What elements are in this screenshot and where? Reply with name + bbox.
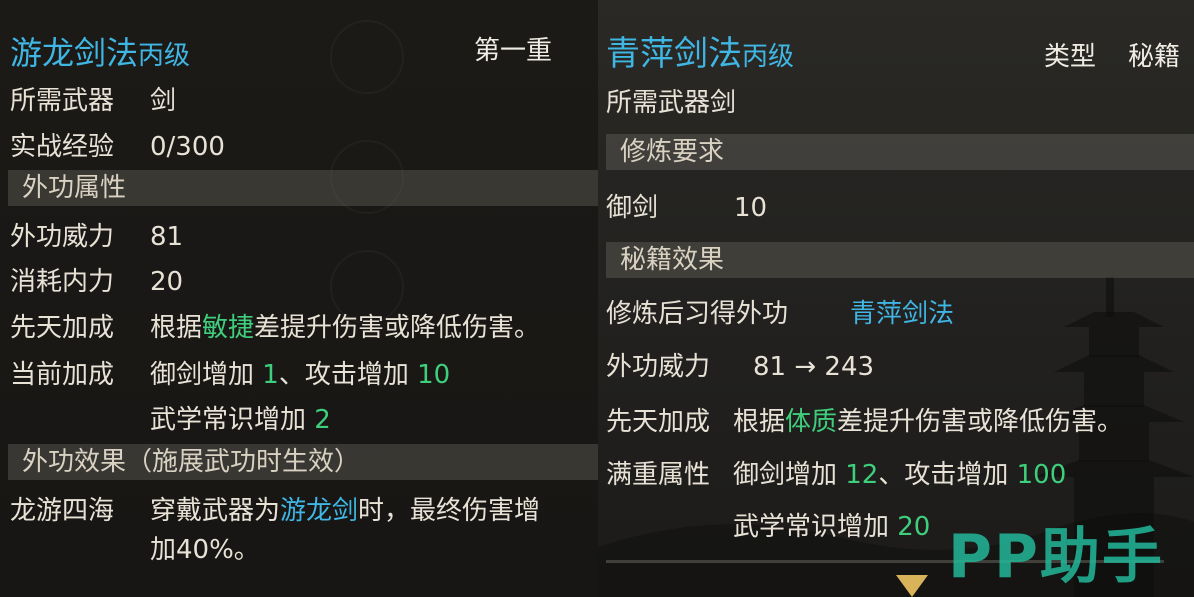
current-bonus-value: 武学常识增加 2 [150, 403, 331, 437]
right-book-panel: 青萍剑法丙级 类型 秘籍 所需武器剑 修炼要求 御剑 10 秘籍效果 修炼后习得… [598, 0, 1194, 597]
book-name: 青萍剑法 [606, 34, 742, 74]
bonus-number: 12 [845, 460, 879, 490]
learn-value: 青萍剑法 [850, 299, 955, 329]
section-title: 修炼要求 [620, 137, 725, 167]
section-header-effect: 秘籍效果 [606, 242, 1194, 278]
power-label: 外功威力 [10, 222, 115, 252]
bonus-number: 2 [314, 405, 331, 435]
book-title: 青萍剑法丙级 [606, 26, 794, 75]
current-bonus-label: 当前加成 [10, 360, 115, 390]
bonus-text: 武学常识增加 [150, 405, 315, 435]
bonus-number: 20 [897, 512, 931, 542]
effect-weapon-keyword: 游龙剑 [280, 496, 359, 526]
book-grade: 丙级 [742, 42, 795, 72]
effect-value: 穿戴武器为游龙剑时，最终伤害增 [150, 494, 540, 528]
innate-text: 根据 [733, 407, 786, 437]
effect-label: 龙游四海 [10, 496, 115, 526]
section-header-effect: 外功效果（施展武功时生效） [8, 444, 598, 480]
power-label: 外功威力 [606, 352, 711, 382]
skill-name: 游龙剑法 [10, 34, 139, 72]
bonus-text: 御剑增加 [150, 360, 263, 390]
watermark-logo: PP助手 [948, 522, 1164, 592]
requirement-label: 御剑 [606, 193, 659, 223]
innate-label: 先天加成 [10, 313, 115, 343]
full-bonus-value: 武学常识增加 20 [733, 510, 930, 544]
weapon-label: 所需武器 [10, 86, 115, 116]
background-ring-decoration [330, 20, 404, 94]
innate-value: 根据体质差提升伤害或降低伤害。 [733, 405, 1123, 439]
skill-level: 第一重 [474, 36, 553, 66]
requirement-value: 10 [734, 193, 768, 223]
innate-text: 差提升伤害或降低伤害。 [254, 313, 541, 343]
section-title: 外功效果（施展武功时生效） [22, 447, 361, 477]
learn-label: 修炼后习得外功 [606, 299, 789, 329]
effect-text: 时，最终伤害增 [358, 496, 541, 526]
innate-label: 先天加成 [606, 407, 711, 437]
bonus-text: 武学常识增加 [733, 512, 898, 542]
bonus-text: 御剑增加 [733, 460, 846, 490]
bonus-number: 10 [417, 360, 451, 390]
innate-value: 根据敏捷差提升伤害或降低伤害。 [150, 311, 540, 345]
cost-value: 20 [150, 267, 184, 297]
skill-grade: 丙级 [138, 41, 191, 71]
skill-title: 游龙剑法丙级 [10, 28, 190, 74]
bonus-number: 1 [262, 360, 279, 390]
cost-label: 消耗内力 [10, 267, 115, 297]
full-bonus-value: 御剑增加 12、攻击增加 100 [733, 458, 1066, 492]
full-bonus-label: 满重属性 [606, 460, 711, 490]
left-skill-panel: 游龙剑法丙级 第一重 所需武器 剑 实战经验 0/300 外功属性 外功威力 8… [0, 0, 598, 597]
section-header-attr: 外功属性 [8, 170, 598, 206]
section-title: 外功属性 [22, 173, 127, 203]
type-value: 秘籍 [1128, 42, 1181, 72]
power-value: 81 [150, 222, 184, 252]
effect-text: 加40%。 [150, 535, 260, 565]
section-title: 秘籍效果 [620, 245, 725, 275]
innate-text: 差提升伤害或降低伤害。 [837, 407, 1124, 437]
innate-text: 根据 [150, 313, 203, 343]
type-row: 类型 秘籍 [1044, 40, 1180, 74]
effect-text: 穿戴武器为 [150, 496, 281, 526]
weapon-value: 剑 [150, 86, 177, 116]
current-bonus-value: 御剑增加 1、攻击增加 10 [150, 358, 450, 392]
weapon-line: 所需武器剑 [606, 88, 737, 118]
innate-stat-keyword: 敏捷 [202, 313, 255, 343]
exp-value: 0/300 [150, 132, 225, 162]
section-header-requirement: 修炼要求 [606, 134, 1194, 170]
exp-label: 实战经验 [10, 132, 115, 162]
bonus-text: 、攻击增加 [878, 460, 1017, 490]
innate-stat-keyword: 体质 [785, 407, 838, 437]
bonus-text: 、攻击增加 [278, 360, 418, 390]
bonus-number: 100 [1016, 460, 1067, 490]
type-label: 类型 [1044, 42, 1097, 72]
scroll-down-arrow-icon[interactable] [896, 575, 928, 597]
power-value: 81 → 243 [753, 352, 875, 382]
